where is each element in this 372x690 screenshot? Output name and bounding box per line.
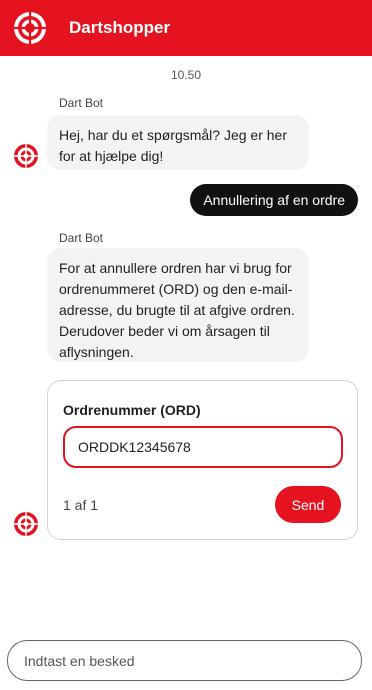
bot-sender-name: Dart Bot	[59, 96, 104, 110]
bot-message-bubble: For at annullere ordren har vi brug for …	[47, 248, 309, 362]
user-message-bubble: Annullering af en ordre	[190, 184, 358, 216]
send-button[interactable]: Send	[275, 486, 341, 523]
chat-header: Dartshopper	[0, 0, 372, 56]
dartshopper-logo-icon	[12, 10, 48, 46]
bot-avatar-icon	[13, 143, 39, 169]
bot-sender-name: Dart Bot	[59, 231, 104, 245]
order-form-card: Ordrenummer (ORD) ORDDK12345678 1 af 1 S…	[47, 380, 358, 540]
brand-title: Dartshopper	[69, 18, 171, 37]
message-composer: Indtast en besked	[0, 632, 372, 690]
form-pager: 1 af 1	[63, 497, 99, 513]
order-number-input[interactable]: ORDDK12345678	[63, 426, 343, 468]
order-number-label: Ordrenummer (ORD)	[63, 402, 201, 418]
bot-message-bubble: Hej, har du et spørgsmål? Jeg er her for…	[47, 115, 309, 170]
bot-avatar-icon	[13, 511, 39, 537]
message-timestamp: 10.50	[170, 68, 202, 82]
message-input[interactable]: Indtast en besked	[7, 640, 362, 681]
